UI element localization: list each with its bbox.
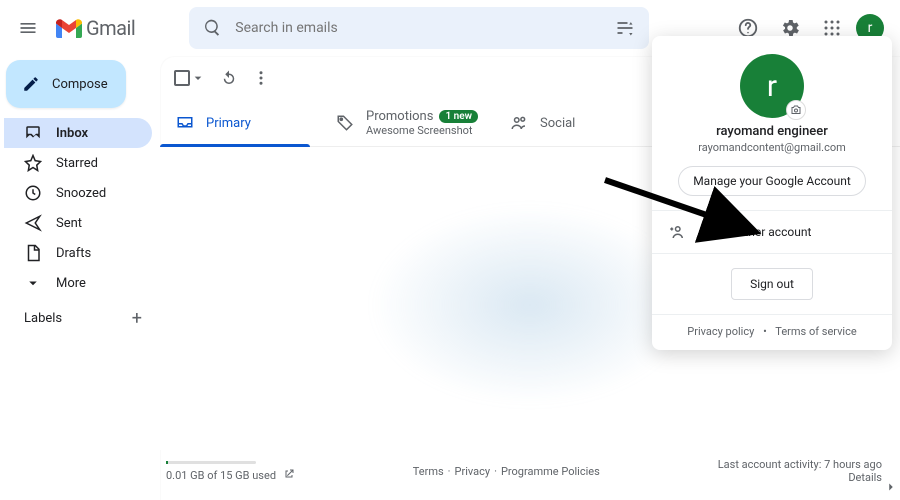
- page-next-caret[interactable]: [884, 480, 898, 498]
- refresh-icon[interactable]: [220, 69, 238, 87]
- hamburger-icon: [18, 18, 38, 38]
- tag-icon: [336, 114, 354, 132]
- sidebar-item-snoozed[interactable]: Snoozed: [4, 178, 152, 208]
- change-photo-button[interactable]: [786, 100, 806, 120]
- promotions-new-badge: 1 new: [439, 110, 478, 123]
- inbox-icon: [24, 124, 42, 142]
- chevron-down-icon: [24, 274, 42, 292]
- pencil-icon: [22, 75, 40, 93]
- manage-account-button[interactable]: Manage your Google Account: [678, 166, 866, 196]
- tab-primary[interactable]: Primary: [160, 100, 320, 146]
- send-icon: [24, 214, 42, 232]
- footer-link-policies[interactable]: Programme Policies: [501, 465, 600, 478]
- footer-activity: Last account activity: 7 hours ago Detai…: [718, 458, 882, 484]
- gmail-logo-text: Gmail: [86, 16, 135, 40]
- open-in-new-icon[interactable]: [283, 468, 295, 480]
- account-popover: r rayomand engineer rayomandcontent@gmai…: [652, 36, 892, 350]
- account-avatar-large[interactable]: r: [740, 54, 804, 118]
- gmail-m-icon: [56, 18, 82, 38]
- storage-block: 0.01 GB of 15 GB used: [166, 461, 295, 482]
- people-icon: [510, 114, 528, 132]
- search-options-icon[interactable]: [615, 18, 635, 38]
- sidebar-item-starred[interactable]: Starred: [4, 148, 152, 178]
- footer-link-terms[interactable]: Terms: [413, 465, 444, 478]
- sidebar-item-sent[interactable]: Sent: [4, 208, 152, 238]
- terms-of-service-link[interactable]: Terms of service: [775, 325, 856, 338]
- select-all-checkbox[interactable]: [174, 70, 190, 86]
- footer-link-privacy[interactable]: Privacy: [455, 465, 491, 478]
- labels-heading: Labels: [24, 311, 62, 326]
- person-add-icon: [668, 223, 686, 241]
- compose-label: Compose: [52, 77, 108, 92]
- search-bar[interactable]: [189, 7, 649, 49]
- sign-out-button[interactable]: Sign out: [731, 268, 813, 300]
- apps-grid-icon: [823, 19, 841, 37]
- select-all-control[interactable]: [174, 70, 206, 86]
- file-icon: [24, 244, 42, 262]
- storage-bar: [166, 461, 256, 464]
- compose-button[interactable]: Compose: [6, 60, 126, 108]
- add-label-button[interactable]: +: [132, 308, 142, 329]
- search-icon: [203, 18, 223, 38]
- inbox-tab-icon: [176, 114, 194, 132]
- footer-center-links: Terms·Privacy·Programme Policies: [413, 465, 600, 478]
- sidebar-item-inbox[interactable]: Inbox: [4, 118, 152, 148]
- gmail-logo[interactable]: Gmail: [56, 16, 135, 40]
- main-menu-button[interactable]: [8, 8, 48, 48]
- footer-details-link[interactable]: Details: [848, 471, 882, 484]
- footer: 0.01 GB of 15 GB used Terms·Privacy·Prog…: [160, 450, 900, 500]
- tab-promotions[interactable]: Promotions 1 new Awesome Screenshot: [320, 100, 494, 146]
- chevron-right-icon: [884, 480, 898, 494]
- popover-footer: Privacy policy • Terms of service: [652, 314, 892, 350]
- chevron-down-icon[interactable]: [190, 70, 206, 86]
- empty-glow: [370, 205, 690, 405]
- account-name: rayomand engineer: [668, 124, 876, 139]
- account-email: rayomandcontent@gmail.com: [668, 141, 876, 154]
- clock-icon: [24, 184, 42, 202]
- sidebar-item-more[interactable]: More: [4, 268, 152, 298]
- privacy-policy-link[interactable]: Privacy policy: [687, 325, 754, 338]
- more-vert-icon[interactable]: [252, 69, 270, 87]
- star-icon: [24, 154, 42, 172]
- camera-icon: [790, 104, 802, 116]
- search-input[interactable]: [235, 20, 603, 36]
- tab-social[interactable]: Social: [494, 100, 654, 146]
- sidebar-item-drafts[interactable]: Drafts: [4, 238, 152, 268]
- add-account-row[interactable]: Add another account: [652, 210, 892, 253]
- sidebar: Compose Inbox Starred Snoozed Sent Draft…: [0, 56, 160, 500]
